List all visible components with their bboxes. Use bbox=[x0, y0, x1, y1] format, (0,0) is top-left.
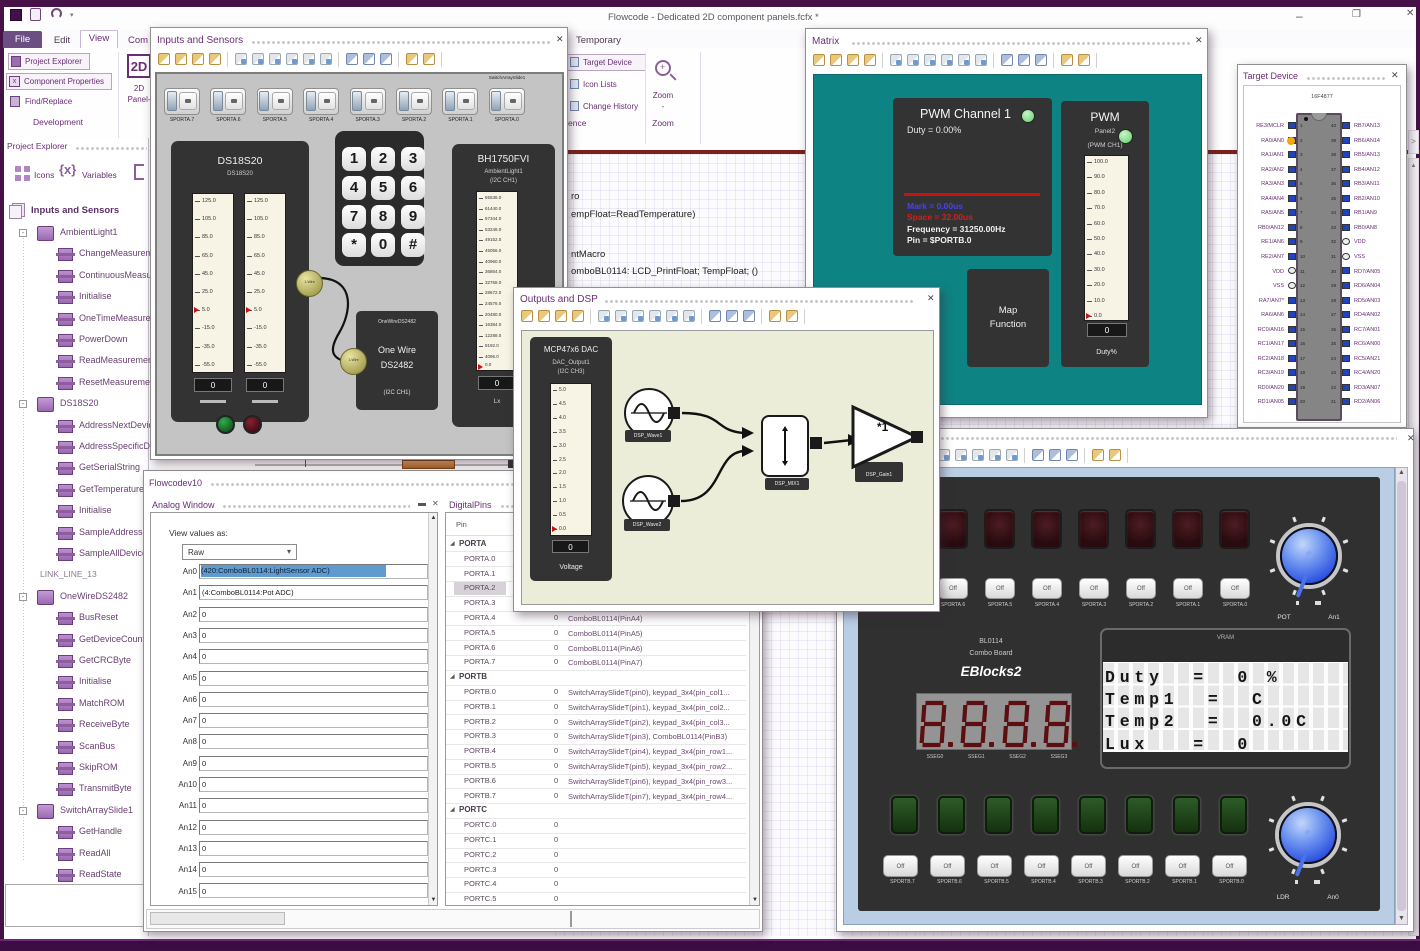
svg-text:*1: *1 bbox=[877, 420, 889, 434]
